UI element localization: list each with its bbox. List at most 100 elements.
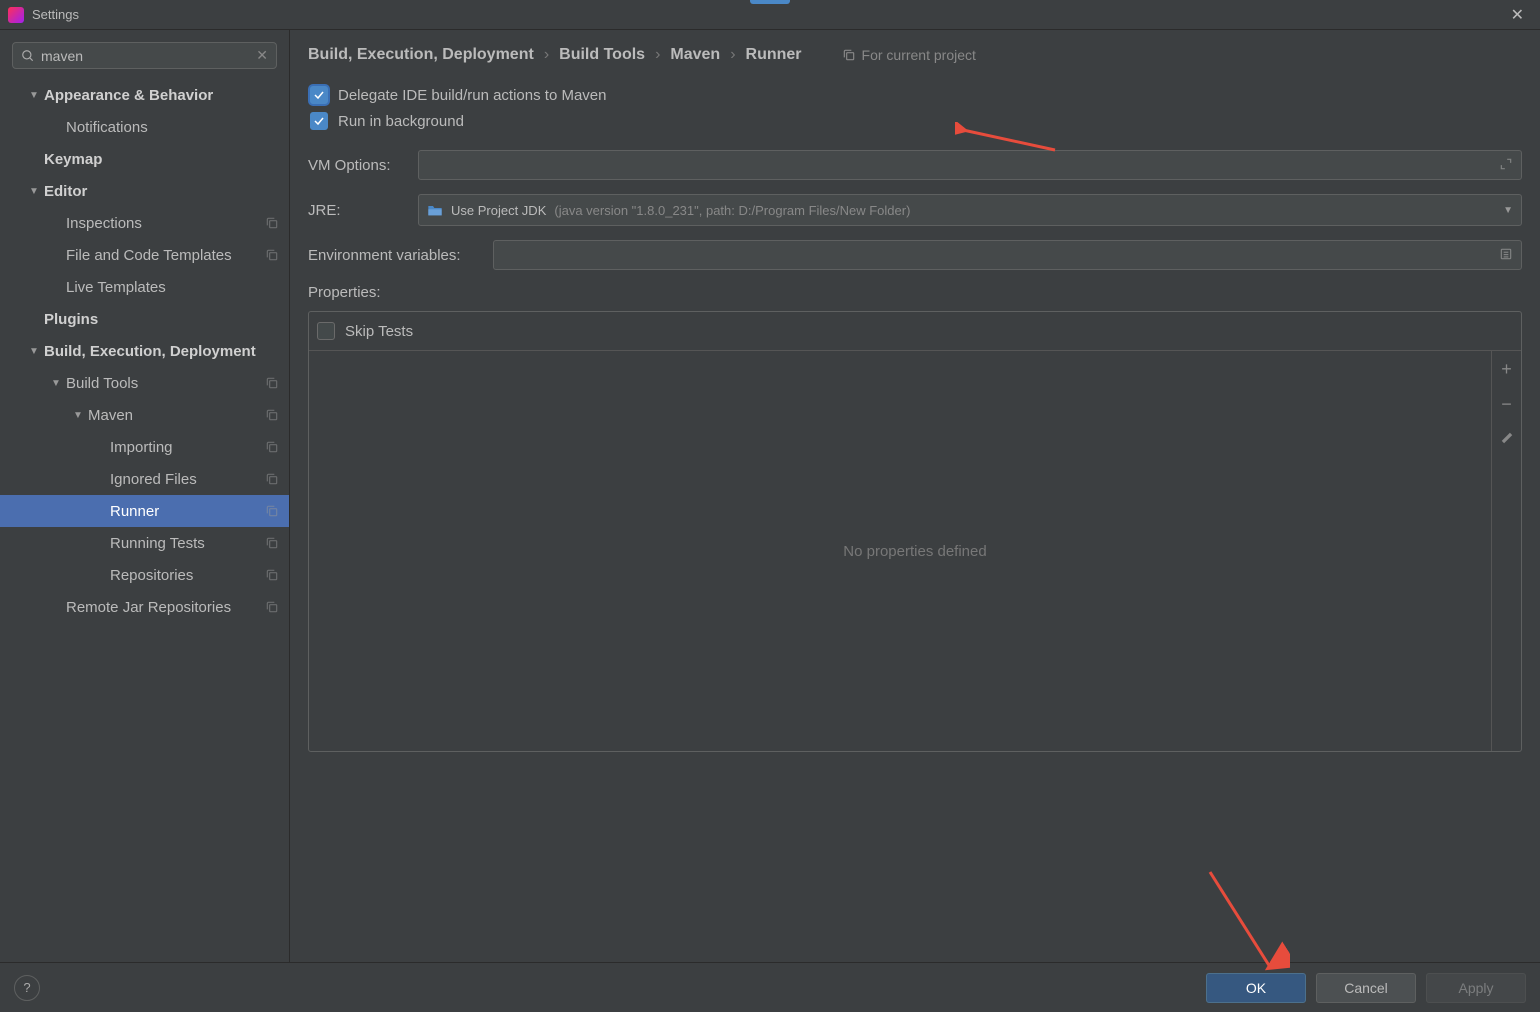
env-label: Environment variables: [308, 247, 493, 264]
sidebar-item-label: Inspections [66, 215, 265, 232]
chevron-right-icon: › [730, 46, 735, 64]
breadcrumb: Build, Execution, Deployment › Build Too… [308, 46, 1522, 64]
expand-icon[interactable] [1499, 157, 1513, 174]
sidebar-item-live-templates[interactable]: Live Templates [0, 271, 289, 303]
sidebar-item-label: Ignored Files [110, 471, 265, 488]
copy-icon [265, 536, 279, 550]
copy-icon [265, 376, 279, 390]
sidebar-item-label: Importing [110, 439, 265, 456]
close-icon[interactable]: ✕ [1503, 5, 1532, 25]
sidebar-item-importing[interactable]: Importing [0, 431, 289, 463]
app-icon [8, 7, 24, 23]
crumb-0[interactable]: Build, Execution, Deployment [308, 46, 534, 64]
copy-icon [265, 568, 279, 582]
sidebar-item-runner[interactable]: Runner [0, 495, 289, 527]
chevron-right-icon: › [655, 46, 660, 64]
sidebar-item-label: Keymap [44, 151, 279, 168]
sidebar-item-build-execution-deployment[interactable]: ▼Build, Execution, Deployment [0, 335, 289, 367]
sidebar-item-build-tools[interactable]: ▼Build Tools [0, 367, 289, 399]
titlebar: Settings ✕ [0, 0, 1540, 30]
sidebar-item-label: Repositories [110, 567, 265, 584]
vm-options-input[interactable] [418, 150, 1522, 180]
crumb-2[interactable]: Maven [670, 46, 720, 64]
window-title: Settings [32, 7, 1503, 22]
copy-icon [265, 472, 279, 486]
sidebar-item-label: Runner [110, 503, 265, 520]
sidebar-item-label: Remote Jar Repositories [66, 599, 265, 616]
sidebar-item-ignored-files[interactable]: Ignored Files [0, 463, 289, 495]
sidebar-item-maven[interactable]: ▼Maven [0, 399, 289, 431]
skip-tests-checkbox[interactable] [317, 322, 335, 340]
copy-icon [842, 48, 856, 62]
sidebar-item-remote-jar-repositories[interactable]: Remote Jar Repositories [0, 591, 289, 623]
sidebar-item-repositories[interactable]: Repositories [0, 559, 289, 591]
properties-toolbar: + − [1491, 351, 1521, 751]
cancel-button[interactable]: Cancel [1316, 973, 1416, 1003]
sidebar-item-running-tests[interactable]: Running Tests [0, 527, 289, 559]
copy-icon [265, 216, 279, 230]
sidebar-item-label: Build, Execution, Deployment [44, 343, 279, 360]
scope-label: For current project [842, 47, 976, 63]
copy-icon [265, 408, 279, 422]
search-input[interactable] [41, 48, 256, 64]
sidebar-item-label: Appearance & Behavior [44, 87, 279, 104]
sidebar-item-label: Maven [88, 407, 265, 424]
remove-icon[interactable]: − [1501, 394, 1512, 415]
jre-value: Use Project JDK [451, 203, 546, 218]
chevron-down-icon: ▼ [46, 378, 66, 389]
folder-icon [427, 203, 443, 217]
sidebar-item-keymap[interactable]: Keymap [0, 143, 289, 175]
jre-detail: (java version "1.8.0_231", path: D:/Prog… [554, 203, 910, 218]
sidebar-item-appearance-behavior[interactable]: ▼Appearance & Behavior [0, 79, 289, 111]
sidebar-item-label: Build Tools [66, 375, 265, 392]
properties-box: Skip Tests No properties defined + − [308, 311, 1522, 752]
sidebar-item-label: File and Code Templates [66, 247, 265, 264]
chevron-down-icon: ▼ [68, 410, 88, 421]
background-checkbox[interactable] [310, 112, 328, 130]
skip-tests-label: Skip Tests [345, 323, 413, 340]
top-tab-indicator [750, 0, 790, 4]
chevron-right-icon: › [544, 46, 549, 64]
jre-label: JRE: [308, 202, 418, 219]
sidebar-item-file-and-code-templates[interactable]: File and Code Templates [0, 239, 289, 271]
background-label: Run in background [338, 113, 464, 130]
copy-icon [265, 440, 279, 454]
chevron-down-icon: ▼ [1503, 205, 1513, 216]
sidebar-item-notifications[interactable]: Notifications [0, 111, 289, 143]
delegate-label: Delegate IDE build/run actions to Maven [338, 87, 606, 104]
chevron-down-icon: ▼ [24, 346, 44, 357]
sidebar: ✕ ▼Appearance & BehaviorNotificationsKey… [0, 30, 290, 962]
chevron-down-icon: ▼ [24, 186, 44, 197]
jre-select[interactable]: Use Project JDK (java version "1.8.0_231… [418, 194, 1522, 226]
help-button[interactable]: ? [14, 975, 40, 1001]
properties-label: Properties: [308, 284, 1522, 301]
sidebar-item-inspections[interactable]: Inspections [0, 207, 289, 239]
sidebar-item-editor[interactable]: ▼Editor [0, 175, 289, 207]
crumb-3[interactable]: Runner [746, 46, 802, 64]
edit-icon[interactable] [1500, 429, 1514, 450]
list-icon[interactable] [1499, 247, 1513, 264]
add-icon[interactable]: + [1501, 359, 1512, 380]
footer: ? OK Cancel Apply [0, 962, 1540, 1012]
content-panel: Build, Execution, Deployment › Build Too… [290, 30, 1540, 962]
delegate-checkbox[interactable] [310, 86, 328, 104]
env-input[interactable] [493, 240, 1522, 270]
ok-button[interactable]: OK [1206, 973, 1306, 1003]
sidebar-item-label: Editor [44, 183, 279, 200]
no-properties-text: No properties defined [843, 543, 986, 560]
copy-icon [265, 248, 279, 262]
search-icon [21, 49, 35, 63]
sidebar-item-label: Live Templates [66, 279, 279, 296]
copy-icon [265, 600, 279, 614]
vm-options-label: VM Options: [308, 157, 418, 174]
clear-search-icon[interactable]: ✕ [256, 47, 268, 64]
crumb-1[interactable]: Build Tools [559, 46, 645, 64]
sidebar-item-label: Plugins [44, 311, 279, 328]
copy-icon [265, 504, 279, 518]
chevron-down-icon: ▼ [24, 90, 44, 101]
sidebar-item-label: Notifications [66, 119, 279, 136]
sidebar-item-label: Running Tests [110, 535, 265, 552]
apply-button[interactable]: Apply [1426, 973, 1526, 1003]
sidebar-item-plugins[interactable]: Plugins [0, 303, 289, 335]
search-box[interactable]: ✕ [12, 42, 277, 69]
